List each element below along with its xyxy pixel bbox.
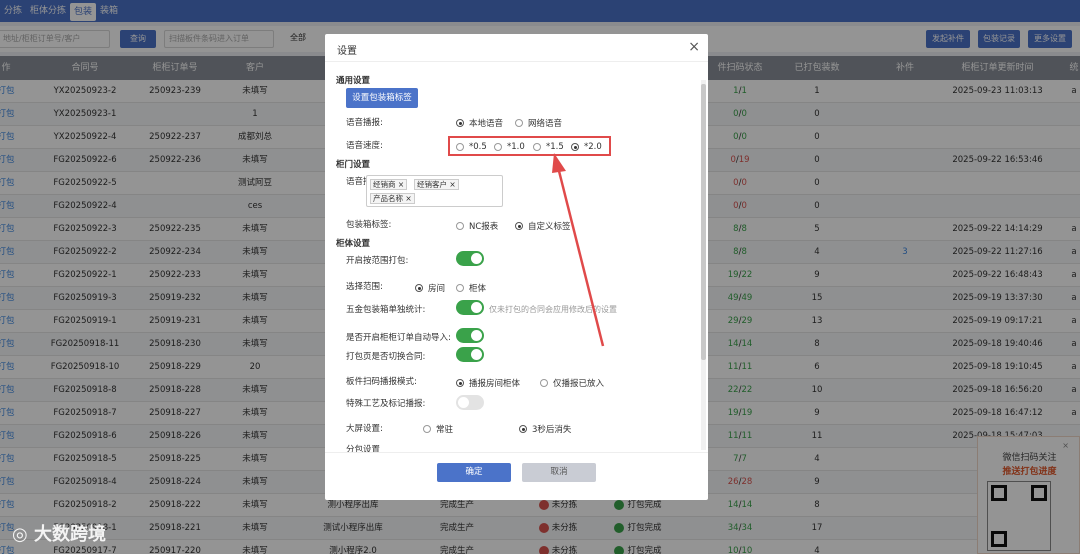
watermark-logo: ◎ 大数跨境: [12, 524, 106, 545]
cancel-button[interactable]: 取消: [522, 463, 596, 482]
dialog-footer: 确定 取消: [325, 452, 708, 500]
settings-dialog: 设置 × 通用设置 设置包装箱标签 语音播报: 本地语音 网络语音 语音速度: …: [325, 34, 708, 500]
red-arrow-annotation: [552, 153, 605, 347]
confirm-button[interactable]: 确定: [437, 463, 511, 482]
